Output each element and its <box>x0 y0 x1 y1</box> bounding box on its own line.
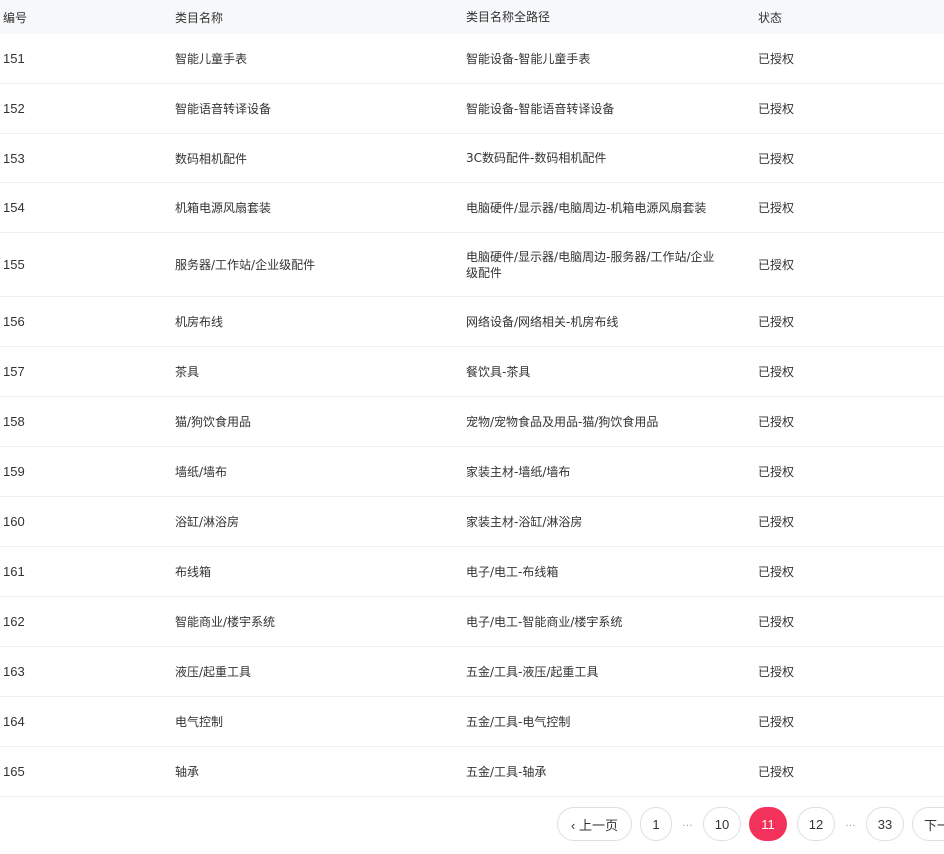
row-path: 家装主材-墙纸/墙布 <box>466 464 571 479</box>
table-row: 165 轴承 五金/工具-轴承 已授权 <box>0 747 944 797</box>
row-path: 餐饮具-茶具 <box>466 364 531 379</box>
page-button-11-current[interactable]: 11 <box>749 807 787 841</box>
row-id: 157 <box>3 364 25 379</box>
table-row: 155 服务器/工作站/企业级配件 电脑硬件/显示器/电脑周边-服务器/工作站/… <box>0 233 944 297</box>
pagination-ellipsis: … <box>682 817 693 829</box>
row-id: 165 <box>3 764 25 779</box>
row-name: 数码相机配件 <box>175 151 248 166</box>
row-path: 五金/工具-液压/起重工具 <box>466 664 599 679</box>
row-name: 布线箱 <box>175 565 212 579</box>
row-id: 161 <box>3 564 25 579</box>
table-row: 161 布线箱 电子/电工-布线箱 已授权 <box>0 547 944 597</box>
table-row: 162 智能商业/楼宇系统 电子/电工-智能商业/楼宇系统 已授权 <box>0 597 944 647</box>
header-id: 编号 <box>3 10 28 25</box>
row-status: 已授权 <box>758 715 795 729</box>
row-name: 智能儿童手表 <box>175 52 248 66</box>
table-row: 151 智能儿童手表 智能设备-智能儿童手表 已授权 <box>0 34 944 84</box>
row-status: 已授权 <box>758 515 795 529</box>
table-row: 152 智能语音转译设备 智能设备-智能语音转译设备 已授权 <box>0 84 944 134</box>
row-path: 电脑硬件/显示器/电脑周边-机箱电源风扇套装 <box>466 200 707 215</box>
row-id: 162 <box>3 614 25 629</box>
row-path: 五金/工具-电气控制 <box>466 714 571 729</box>
row-path: 智能设备-智能语音转译设备 <box>466 101 615 116</box>
row-path: 五金/工具-轴承 <box>466 764 547 779</box>
header-status: 状态 <box>758 10 783 25</box>
page-button-12[interactable]: 12 <box>797 807 835 841</box>
row-path: 电子/电工-布线箱 <box>466 564 559 579</box>
row-id: 156 <box>3 314 25 329</box>
row-name: 墙纸/墙布 <box>175 465 228 479</box>
row-name: 茶具 <box>175 365 200 379</box>
row-name: 机房布线 <box>175 315 224 329</box>
row-status: 已授权 <box>758 365 795 379</box>
row-status: 已授权 <box>758 665 795 679</box>
row-name: 智能语音转译设备 <box>175 102 272 116</box>
row-path: 3C数码配件-数码相机配件 <box>466 151 607 165</box>
row-path: 电脑硬件/显示器/电脑周边-服务器/工作站/企业级配件 <box>466 249 715 280</box>
row-status: 已授权 <box>758 151 795 166</box>
header-name: 类目名称 <box>175 10 224 25</box>
page-button-33[interactable]: 33 <box>866 807 904 841</box>
row-status: 已授权 <box>758 201 795 215</box>
table-row: 158 猫/狗饮食用品 宠物/宠物食品及用品-猫/狗饮食用品 已授权 <box>0 397 944 447</box>
row-status: 已授权 <box>758 565 795 579</box>
row-id: 158 <box>3 414 25 429</box>
row-id: 154 <box>3 200 25 215</box>
row-name: 智能商业/楼宇系统 <box>175 615 276 629</box>
row-id: 152 <box>3 101 25 116</box>
row-status: 已授权 <box>758 102 795 116</box>
table-row: 157 茶具 餐饮具-茶具 已授权 <box>0 347 944 397</box>
row-status: 已授权 <box>758 52 795 66</box>
row-name: 液压/起重工具 <box>175 665 252 679</box>
row-id: 159 <box>3 464 25 479</box>
table-row: 153 数码相机配件 3C数码配件-数码相机配件 已授权 <box>0 134 944 183</box>
table-row: 154 机箱电源风扇套装 电脑硬件/显示器/电脑周边-机箱电源风扇套装 已授权 <box>0 183 944 233</box>
row-path: 家装主材-浴缸/淋浴房 <box>466 514 583 529</box>
row-id: 153 <box>3 150 25 166</box>
row-name: 浴缸/淋浴房 <box>175 515 240 529</box>
category-table: 编号 类目名称 类目名称全路径 状态 151 智能儿童手表 智能设备-智能儿童手… <box>0 0 944 797</box>
row-id: 163 <box>3 664 25 679</box>
row-status: 已授权 <box>758 465 795 479</box>
row-id: 164 <box>3 714 25 729</box>
row-name: 服务器/工作站/企业级配件 <box>175 258 316 272</box>
table-header: 编号 类目名称 类目名称全路径 状态 <box>0 0 944 34</box>
row-id: 155 <box>3 257 25 272</box>
table-row: 159 墙纸/墙布 家装主材-墙纸/墙布 已授权 <box>0 447 944 497</box>
pagination-ellipsis: … <box>845 817 856 829</box>
header-path: 类目名称全路径 <box>466 10 551 24</box>
prev-page-button[interactable]: ‹ 上一页 <box>557 807 632 841</box>
row-status: 已授权 <box>758 415 795 429</box>
row-name: 猫/狗饮食用品 <box>175 415 252 429</box>
row-name: 机箱电源风扇套装 <box>175 201 272 215</box>
page-button-1[interactable]: 1 <box>640 807 672 841</box>
table-row: 163 液压/起重工具 五金/工具-液压/起重工具 已授权 <box>0 647 944 697</box>
table-row: 156 机房布线 网络设备/网络相关-机房布线 已授权 <box>0 297 944 347</box>
row-name: 轴承 <box>175 765 200 779</box>
pagination: ‹ 上一页 1 … 10 11 12 … 33 下一 <box>0 807 944 854</box>
row-id: 151 <box>3 51 25 66</box>
row-status: 已授权 <box>758 765 795 779</box>
row-path: 网络设备/网络相关-机房布线 <box>466 314 619 329</box>
page-button-10[interactable]: 10 <box>703 807 741 841</box>
row-id: 160 <box>3 514 25 529</box>
row-name: 电气控制 <box>175 715 224 729</box>
next-page-button[interactable]: 下一 <box>912 807 944 841</box>
table-row: 164 电气控制 五金/工具-电气控制 已授权 <box>0 697 944 747</box>
row-status: 已授权 <box>758 615 795 629</box>
row-path: 宠物/宠物食品及用品-猫/狗饮食用品 <box>466 414 659 429</box>
row-status: 已授权 <box>758 258 795 272</box>
table-row: 160 浴缸/淋浴房 家装主材-浴缸/淋浴房 已授权 <box>0 497 944 547</box>
row-status: 已授权 <box>758 315 795 329</box>
row-path: 智能设备-智能儿童手表 <box>466 51 591 66</box>
row-path: 电子/电工-智能商业/楼宇系统 <box>466 614 623 629</box>
